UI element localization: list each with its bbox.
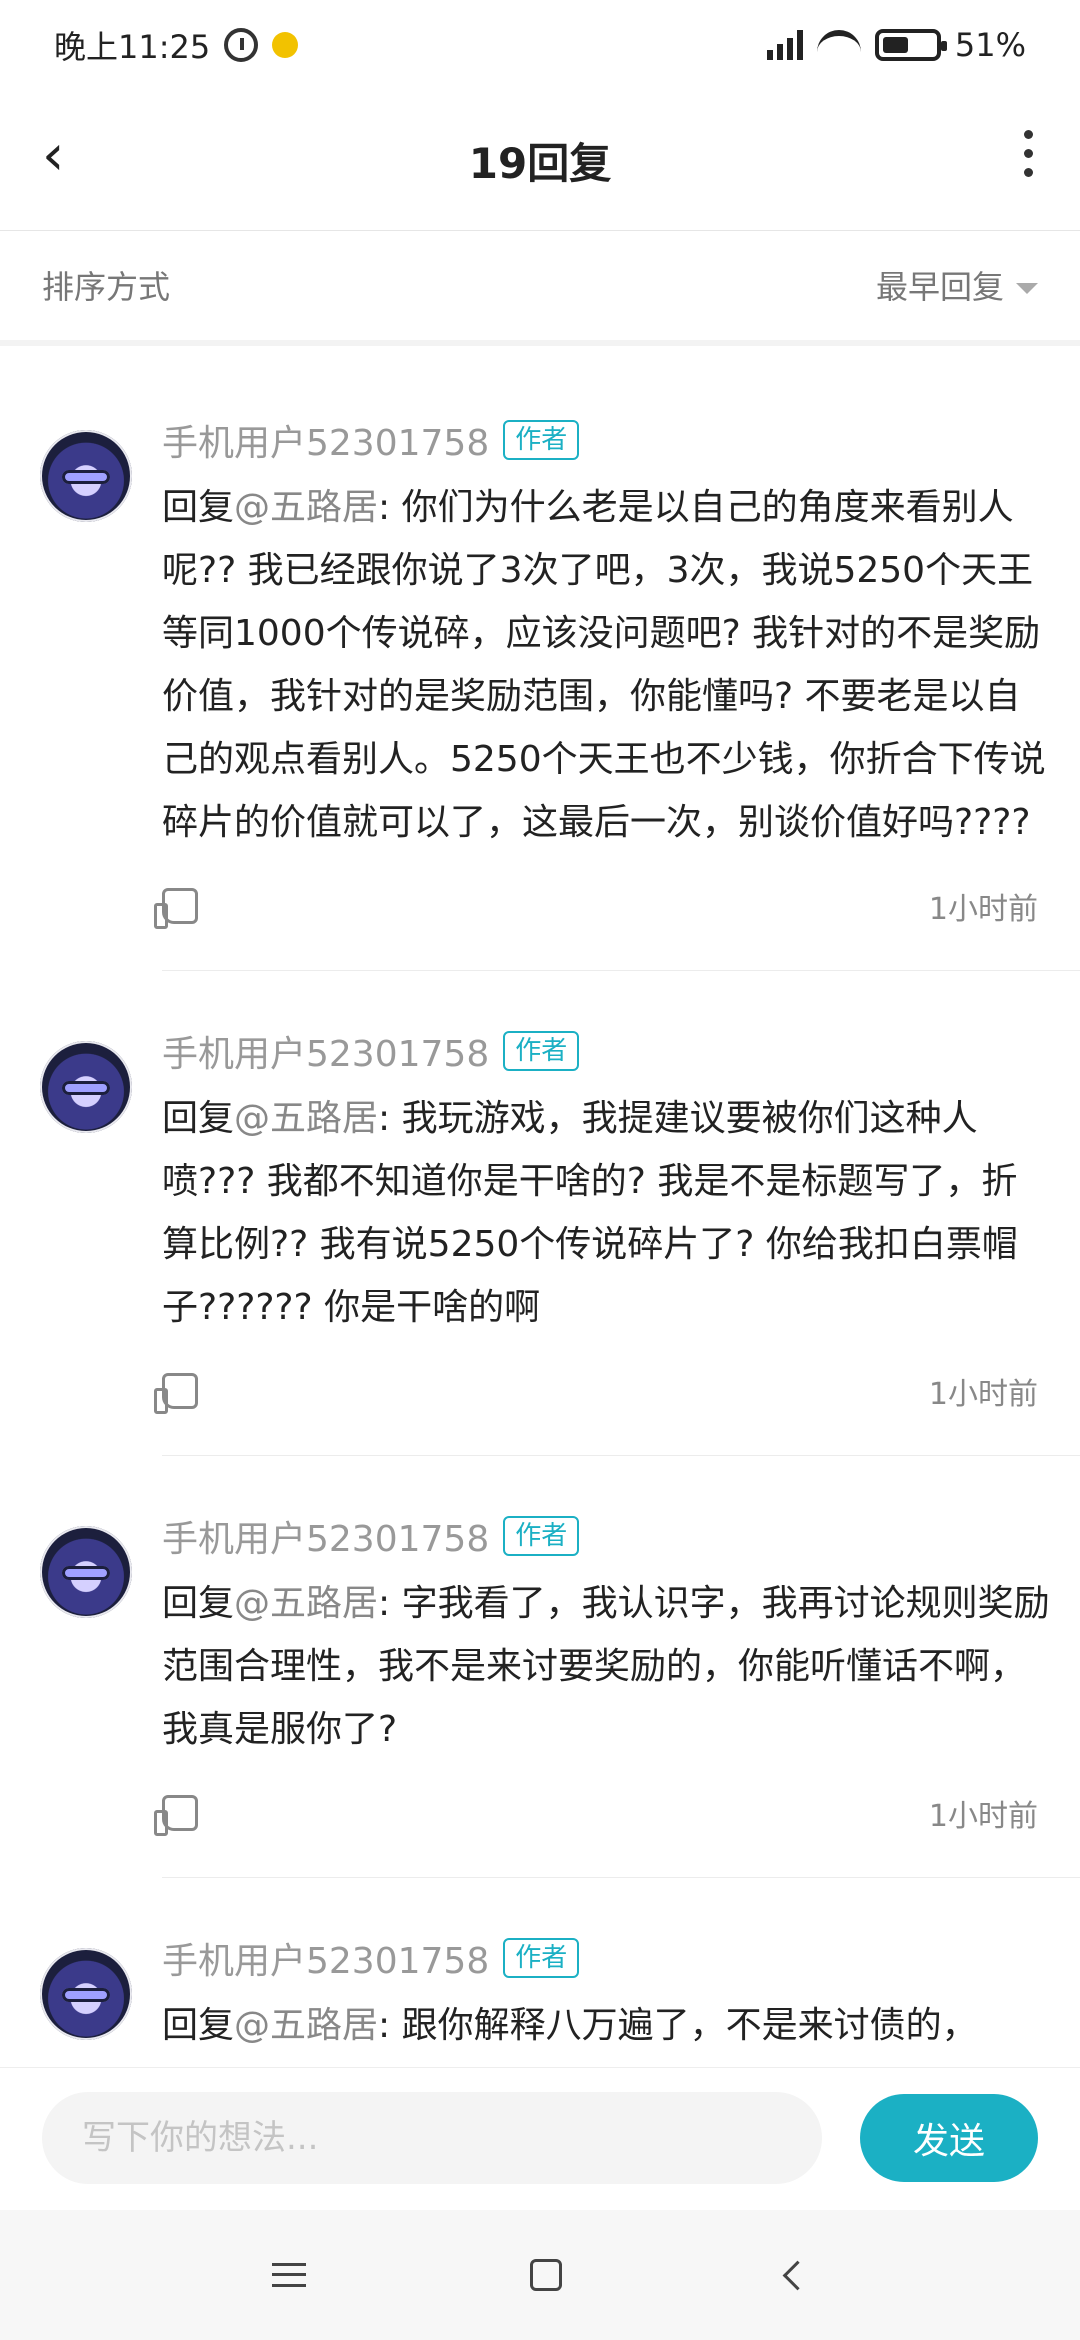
wifi-icon bbox=[816, 30, 861, 60]
thumbs-up-icon[interactable] bbox=[154, 1373, 198, 1414]
reply-user-line: 手机用户52301758 作者 bbox=[162, 416, 1080, 464]
reply-text: : 你们为什么老是以自己的角度来看别人呢?? 我已经跟你说了3次了吧，3次，我说… bbox=[162, 487, 1046, 843]
reply-content[interactable]: 回复@五路居: 字我看了，我认识字，我再讨论规则奖励范围合理性，我不是来讨要奖励… bbox=[162, 1572, 1080, 1761]
thumbs-up-icon[interactable] bbox=[154, 888, 198, 929]
notification-dot-icon bbox=[272, 32, 299, 58]
mention-link[interactable]: @五路居 bbox=[234, 1098, 378, 1139]
reply-item: 手机用户52301758 作者 回复@五路居: 跟你解释八万遍了，不是来讨债的， bbox=[0, 1878, 1080, 2057]
battery-icon bbox=[874, 29, 947, 61]
battery-level bbox=[882, 37, 909, 53]
reply-prefix: 回复 bbox=[162, 1098, 235, 1139]
avatar[interactable] bbox=[40, 1948, 132, 2040]
username[interactable]: 手机用户52301758 bbox=[162, 1025, 489, 1077]
sort-value: 最早回复 bbox=[875, 268, 1004, 306]
username[interactable]: 手机用户52301758 bbox=[162, 414, 489, 466]
sort-bar: 排序方式 最早回复 bbox=[0, 230, 1080, 346]
author-badge: 作者 bbox=[503, 1938, 580, 1978]
menu-icon[interactable] bbox=[272, 2263, 307, 2287]
sort-dropdown[interactable]: 最早回复 bbox=[876, 262, 1038, 308]
mention-link[interactable]: @五路居 bbox=[234, 1583, 378, 1624]
alarm-icon bbox=[224, 28, 259, 62]
comment-composer: 发送 bbox=[0, 2067, 1080, 2207]
reply-prefix: 回复 bbox=[162, 2005, 235, 2046]
status-left: 晚上11:25 bbox=[54, 22, 299, 68]
reply-text: : 跟你解释八万遍了，不是来讨债的， bbox=[378, 2005, 978, 2046]
mention-link[interactable]: @五路居 bbox=[234, 2005, 378, 2046]
mention-link[interactable]: @五路居 bbox=[234, 487, 378, 528]
reply-content[interactable]: 回复@五路居: 我玩游戏，我提建议要被你们这种人喷??? 我都不知道你是干啥的?… bbox=[162, 1087, 1080, 1339]
reply-meta: 1小时前 bbox=[154, 1783, 1080, 1843]
top-navigation-bar: ‹ 19回复 bbox=[0, 90, 1080, 231]
avatar[interactable] bbox=[40, 1526, 132, 1618]
signal-icon bbox=[766, 30, 803, 60]
reply-item: 手机用户52301758 作者 回复@五路居: 我玩游戏，我提建议要被你们这种人… bbox=[0, 971, 1080, 1456]
battery-percent: 51% bbox=[954, 26, 1026, 64]
username[interactable]: 手机用户52301758 bbox=[162, 1510, 489, 1562]
reply-prefix: 回复 bbox=[162, 1583, 235, 1624]
reply-meta: 1小时前 bbox=[154, 876, 1080, 936]
status-bar: 晚上11:25 51% bbox=[0, 0, 1080, 90]
reply-content[interactable]: 回复@五路居: 你们为什么老是以自己的角度来看别人呢?? 我已经跟你说了3次了吧… bbox=[162, 476, 1080, 854]
reply-time: 1小时前 bbox=[928, 892, 1038, 927]
triangle-down-icon bbox=[1016, 282, 1038, 294]
reply-time: 1小时前 bbox=[928, 1799, 1038, 1834]
author-badge: 作者 bbox=[503, 1516, 580, 1556]
reply-list[interactable]: 手机用户52301758 作者 回复@五路居: 你们为什么老是以自己的角度来看别… bbox=[0, 360, 1080, 2067]
page-title: 19回复 bbox=[468, 138, 612, 188]
system-navigation-bar bbox=[0, 2210, 1080, 2340]
avatar[interactable] bbox=[40, 1041, 132, 1133]
home-icon[interactable] bbox=[530, 2259, 563, 2291]
reply-prefix: 回复 bbox=[162, 487, 235, 528]
status-right: 51% bbox=[766, 26, 1026, 64]
reply-user-line: 手机用户52301758 作者 bbox=[162, 1027, 1080, 1075]
status-time: 晚上11:25 bbox=[54, 28, 211, 66]
reply-item: 手机用户52301758 作者 回复@五路居: 字我看了，我认识字，我再讨论规则… bbox=[0, 1456, 1080, 1878]
reply-meta: 1小时前 bbox=[154, 1361, 1080, 1421]
comment-input[interactable] bbox=[42, 2091, 822, 2184]
more-vertical-icon[interactable] bbox=[1024, 130, 1034, 177]
sort-label: 排序方式 bbox=[42, 268, 171, 306]
reply-time: 1小时前 bbox=[928, 1377, 1038, 1412]
reply-user-line: 手机用户52301758 作者 bbox=[162, 1512, 1080, 1560]
thumbs-up-icon[interactable] bbox=[154, 1795, 198, 1836]
avatar[interactable] bbox=[40, 430, 132, 522]
author-badge: 作者 bbox=[503, 420, 580, 460]
send-button[interactable]: 发送 bbox=[860, 2093, 1038, 2182]
back-nav-icon[interactable] bbox=[782, 2260, 813, 2290]
reply-user-line: 手机用户52301758 作者 bbox=[162, 1934, 1080, 1982]
reply-item: 手机用户52301758 作者 回复@五路居: 你们为什么老是以自己的角度来看别… bbox=[0, 360, 1080, 971]
back-icon[interactable]: ‹ bbox=[42, 128, 64, 184]
author-badge: 作者 bbox=[503, 1031, 580, 1071]
username[interactable]: 手机用户52301758 bbox=[162, 1932, 489, 1984]
reply-content[interactable]: 回复@五路居: 跟你解释八万遍了，不是来讨债的， bbox=[162, 1994, 1080, 2057]
